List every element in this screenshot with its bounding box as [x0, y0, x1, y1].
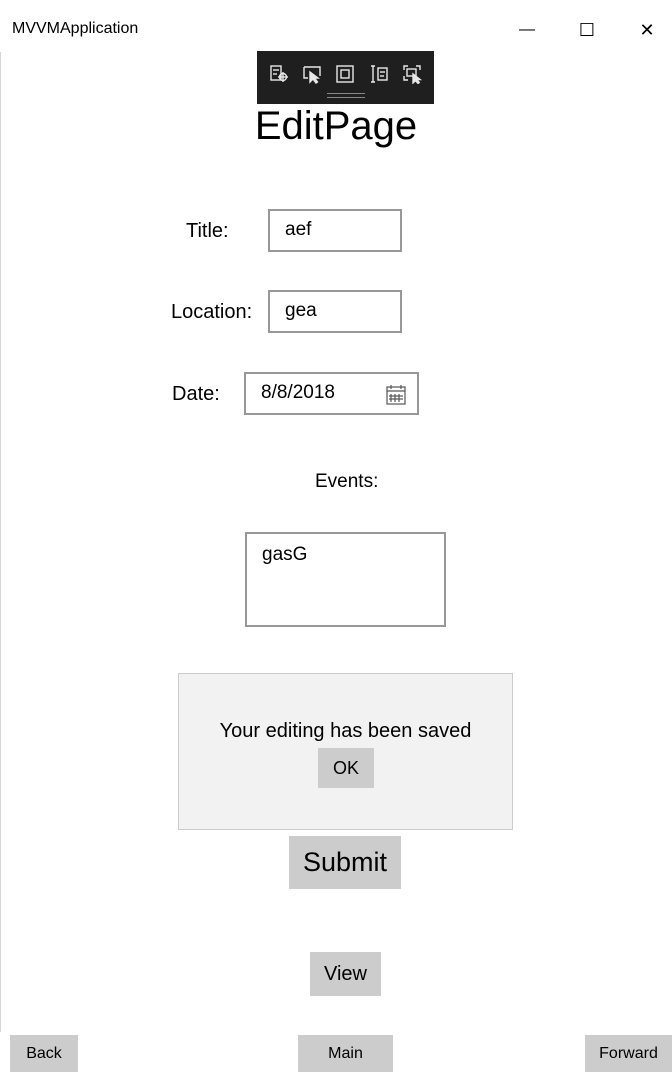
- in-app-debug-toolbar: [257, 51, 434, 104]
- forward-button[interactable]: Forward: [585, 1035, 672, 1072]
- dialog-message: Your editing has been saved: [219, 720, 472, 742]
- view-button[interactable]: View: [310, 952, 381, 996]
- date-value: 8/8/2018: [261, 382, 335, 403]
- minimize-button[interactable]: —: [504, 12, 550, 48]
- preview-selection-icon[interactable]: [401, 63, 423, 85]
- window-left-border: [0, 52, 1, 1032]
- submit-button[interactable]: Submit: [289, 836, 401, 889]
- events-textarea[interactable]: gasG: [245, 532, 446, 627]
- page-title: EditPage: [254, 104, 418, 148]
- close-button[interactable]: ✕: [624, 12, 670, 48]
- date-picker[interactable]: 8/8/2018: [244, 372, 419, 415]
- title-label: Title:: [186, 220, 229, 242]
- location-label: Location:: [171, 301, 253, 323]
- maximize-button[interactable]: ☐: [564, 12, 610, 48]
- close-icon: ✕: [639, 19, 655, 40]
- minimize-icon: —: [519, 21, 535, 38]
- main-button[interactable]: Main: [298, 1035, 393, 1072]
- calendar-icon[interactable]: [385, 382, 407, 420]
- display-layout-adorners-icon[interactable]: [334, 63, 356, 85]
- toolbar-grip[interactable]: [327, 93, 365, 98]
- location-input[interactable]: gea: [268, 290, 402, 333]
- window-title: MVVMApplication: [12, 20, 139, 37]
- title-input[interactable]: aef: [268, 209, 402, 252]
- back-button[interactable]: Back: [10, 1035, 78, 1072]
- live-visual-tree-icon[interactable]: [268, 63, 290, 85]
- saved-dialog: Your editing has been saved OK: [178, 673, 513, 830]
- select-element-icon[interactable]: [301, 63, 323, 85]
- track-focus-icon[interactable]: [368, 63, 390, 85]
- maximize-icon: ☐: [578, 19, 596, 40]
- ok-button[interactable]: OK: [318, 748, 374, 788]
- date-label: Date:: [172, 383, 220, 405]
- events-label: Events:: [315, 471, 379, 492]
